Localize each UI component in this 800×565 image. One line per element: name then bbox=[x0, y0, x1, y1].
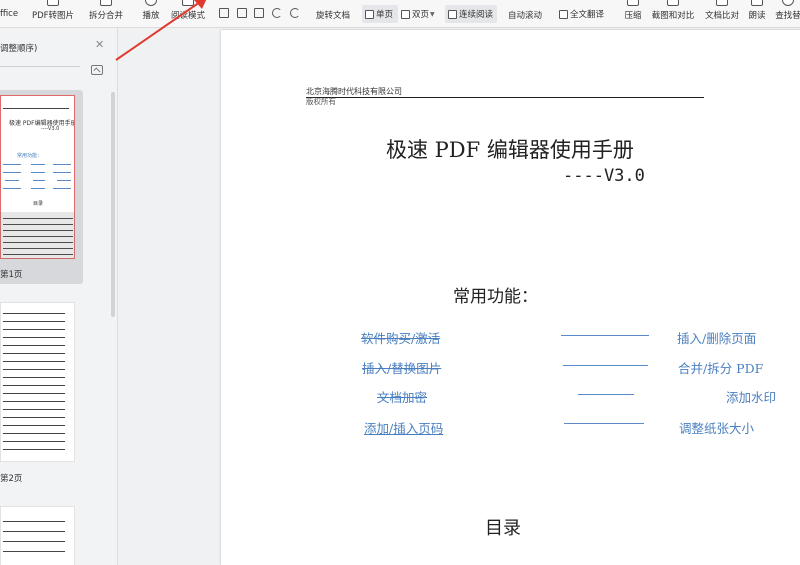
thumb1-features: 常用功能： bbox=[17, 153, 43, 159]
compress-label: 压缩 bbox=[624, 11, 642, 21]
crop-icon[interactable] bbox=[237, 8, 247, 18]
thumbnail-page-2[interactable]: 第2页 bbox=[0, 298, 83, 488]
bookmark-icon[interactable] bbox=[254, 8, 264, 18]
thumbnail-panel: 调整顺序) ✕ 极速 PDF编辑器使用手册 ----V3.0 常用功能： 目录 … bbox=[0, 28, 118, 565]
rotate-document-button[interactable]: 旋转文档 bbox=[312, 0, 354, 27]
panel-title: 调整顺序) bbox=[0, 44, 38, 54]
find-replace-button[interactable]: 查找替 bbox=[772, 0, 800, 27]
features-heading: 常用功能： bbox=[453, 287, 538, 307]
document-page: 北京海腾时代科技有限公司 版权所有 极速 PDF 编辑器使用手册 ----V3.… bbox=[221, 30, 800, 565]
full-translate-button[interactable]: 全文翻译 bbox=[559, 0, 613, 27]
rotate-right-icon[interactable] bbox=[290, 8, 300, 18]
chevron-down-icon: ▼ bbox=[430, 10, 435, 18]
header-rule bbox=[306, 97, 704, 98]
rotate-document-label: 旋转文档 bbox=[315, 11, 350, 21]
translate-icon bbox=[559, 9, 568, 19]
feature-link-merge-split[interactable]: 合并/拆分 PDF bbox=[678, 358, 763, 377]
thumb1-version: ----V3.0 bbox=[41, 126, 60, 132]
thumbnail-page-3[interactable] bbox=[0, 502, 83, 565]
office-menu-label: ffice bbox=[0, 9, 19, 19]
double-page-label: 双页 bbox=[412, 10, 430, 20]
read-aloud-icon bbox=[751, 0, 763, 6]
double-page-button[interactable]: 双页 ▼ bbox=[401, 0, 443, 27]
feature-rule-3 bbox=[578, 394, 634, 395]
thumbnail-page-2-image bbox=[0, 302, 75, 462]
copyright-text: 版权所有 bbox=[306, 97, 336, 106]
screenshot-icon bbox=[667, 0, 679, 6]
feature-link-encrypt[interactable]: 文档加密 bbox=[377, 387, 427, 406]
auto-scroll-button[interactable]: 自动滚动 bbox=[502, 0, 548, 27]
continuous-reading-button[interactable]: 连续阅读 bbox=[445, 5, 497, 23]
document-compare-label: 文档比对 bbox=[704, 11, 739, 21]
read-aloud-label: 朗读 bbox=[748, 11, 766, 21]
double-page-icon bbox=[401, 9, 410, 19]
feature-link-insert-image[interactable]: 插入/替换图片 bbox=[362, 358, 441, 377]
panel-search-field[interactable] bbox=[0, 66, 80, 67]
auto-scroll-label: 自动滚动 bbox=[507, 11, 542, 21]
full-translate-label: 全文翻译 bbox=[570, 10, 605, 20]
feature-rule-2 bbox=[563, 365, 648, 366]
screenshot-compare-label: 截图和对比 bbox=[651, 11, 695, 21]
document-compare-button[interactable]: 文档比对 bbox=[702, 0, 742, 27]
read-aloud-button[interactable]: 朗读 bbox=[746, 0, 768, 27]
toc-heading: 目录 bbox=[485, 518, 521, 539]
thumb1-toc: 目录 bbox=[33, 201, 44, 207]
pdf-to-image-label: PDF转图片 bbox=[31, 11, 75, 21]
feature-rule-1 bbox=[561, 335, 649, 336]
continuous-reading-label: 连续阅读 bbox=[459, 10, 494, 20]
annotation-arrow bbox=[115, 0, 207, 61]
single-page-button[interactable]: 单页 bbox=[362, 5, 398, 23]
office-menu-button[interactable]: ffice bbox=[0, 0, 22, 27]
rotate-left-icon[interactable] bbox=[272, 8, 282, 18]
feature-link-paper-size[interactable]: 调整纸张大小 bbox=[679, 418, 754, 437]
thumbnail-page-1-label: 第1页 bbox=[0, 270, 23, 280]
close-icon[interactable]: ✕ bbox=[95, 38, 104, 51]
document-compare-icon bbox=[716, 0, 728, 6]
feature-link-watermark[interactable]: 添加水印 bbox=[726, 387, 776, 406]
document-title: 极速 PDF 编辑器使用手册 bbox=[386, 138, 634, 162]
fit-page-icon[interactable] bbox=[219, 8, 229, 18]
image-icon[interactable] bbox=[91, 65, 103, 75]
single-page-icon bbox=[365, 9, 374, 19]
single-page-label: 单页 bbox=[376, 10, 394, 20]
feature-link-insert-page[interactable]: 插入/删除页面 bbox=[677, 328, 756, 347]
pdf-to-image-icon bbox=[47, 0, 59, 6]
feature-link-page-number[interactable]: 添加/插入页码 bbox=[364, 418, 443, 437]
panel-scrollbar[interactable] bbox=[111, 92, 115, 317]
find-replace-label: 查找替 bbox=[775, 11, 800, 21]
thumbnail-page-1[interactable]: 极速 PDF编辑器使用手册 ----V3.0 常用功能： 目录 第1页 bbox=[0, 90, 83, 284]
compress-icon bbox=[627, 0, 639, 6]
annotation-arrow-line bbox=[115, 1, 201, 61]
split-merge-icon bbox=[100, 0, 112, 6]
continuous-reading-icon bbox=[448, 9, 457, 19]
search-icon bbox=[782, 0, 794, 6]
document-version: ----V3.0 bbox=[563, 166, 645, 186]
thumbnail-page-2-label: 第2页 bbox=[0, 474, 23, 484]
feature-rule-4 bbox=[564, 423, 644, 424]
feature-link-purchase[interactable]: 软件购买/激活 bbox=[361, 328, 440, 347]
screenshot-compare-button[interactable]: 截图和对比 bbox=[650, 0, 696, 27]
pdf-to-image-button[interactable]: PDF转图片 bbox=[30, 0, 76, 27]
thumbnail-page-3-image bbox=[0, 506, 75, 565]
compress-button[interactable]: 压缩 bbox=[621, 0, 645, 27]
